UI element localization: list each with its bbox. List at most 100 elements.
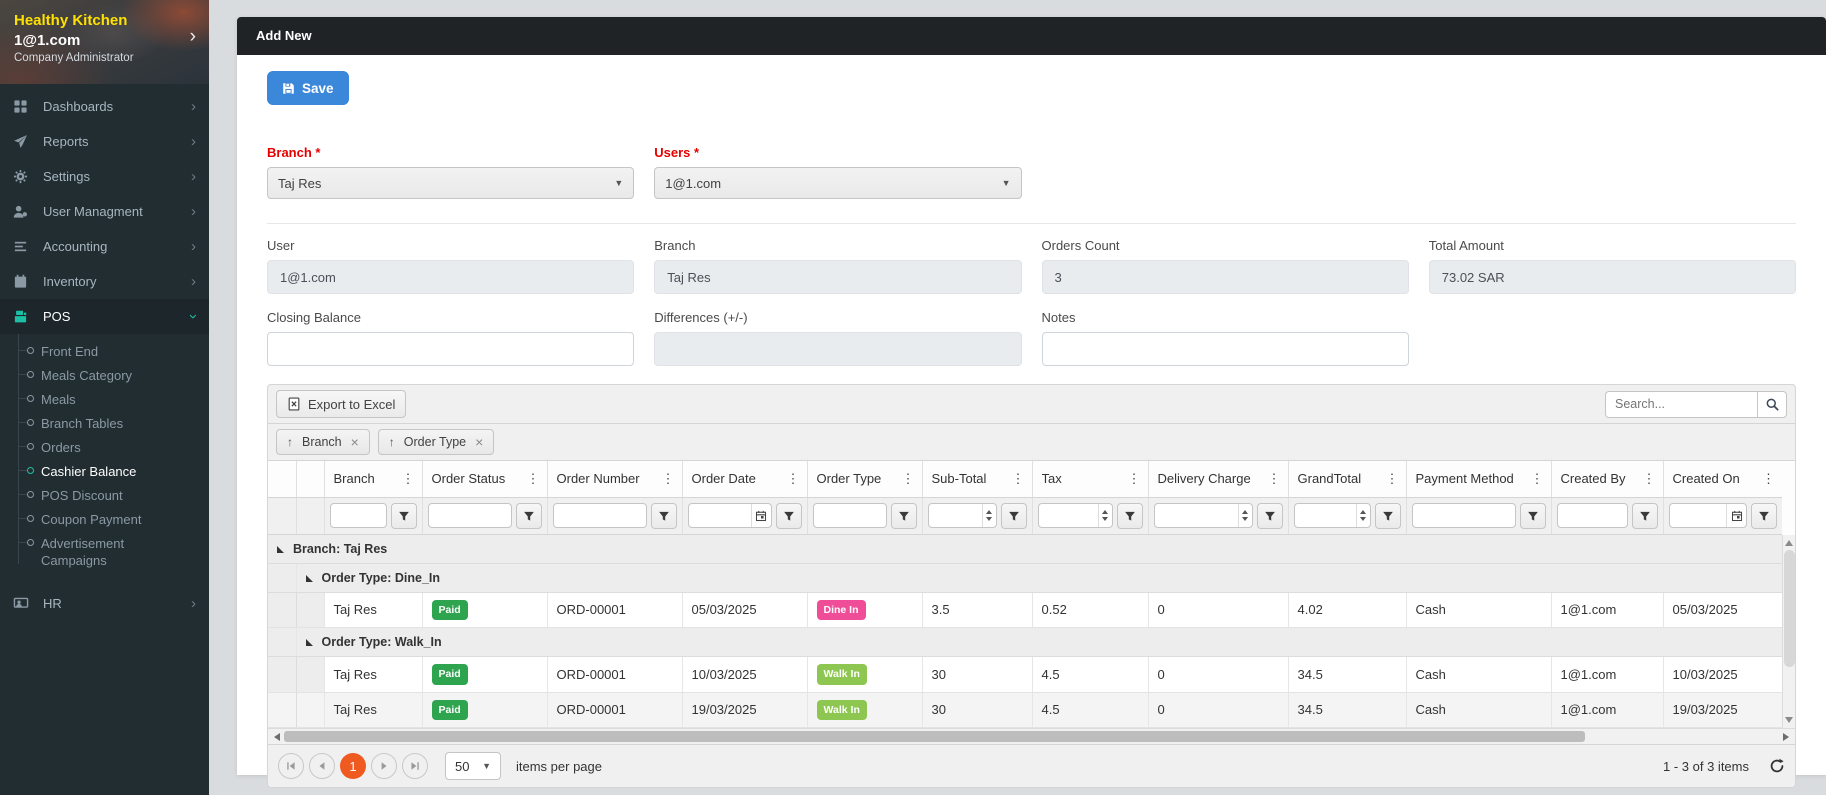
- filter-input-payment-method[interactable]: [1411, 503, 1516, 528]
- filter-funnel-icon[interactable]: [1000, 502, 1027, 529]
- group-chip-branch[interactable]: ↑ Branch ×: [276, 429, 370, 455]
- filter-funnel-icon[interactable]: [890, 502, 917, 529]
- filter-funnel-icon[interactable]: [775, 502, 802, 529]
- table-row[interactable]: Taj Res Paid ORD-00001 05/03/2025 Dine I…: [268, 592, 1783, 629]
- filter-input-order-date[interactable]: [688, 504, 751, 527]
- column-menu-icon[interactable]: ⋮: [1761, 471, 1776, 487]
- sidebar-item-dashboards[interactable]: Dashboards ›: [0, 89, 209, 124]
- filter-input-created-on[interactable]: [1669, 504, 1726, 527]
- group-chip-order-type[interactable]: ↑ Order Type ×: [377, 429, 495, 455]
- scroll-right-icon[interactable]: [1783, 732, 1789, 741]
- numeric-spinner[interactable]: [1237, 504, 1252, 527]
- sidebar-item-front-end[interactable]: Front End: [0, 339, 209, 363]
- filter-funnel-icon[interactable]: [1374, 502, 1401, 529]
- filter-input-tax[interactable]: [1038, 504, 1098, 527]
- filter-funnel-icon[interactable]: [1116, 502, 1143, 529]
- numeric-spinner[interactable]: [981, 504, 996, 527]
- column-header-order-type[interactable]: Order Type ⋮: [806, 461, 922, 498]
- sidebar-item-hr[interactable]: HR ›: [0, 586, 209, 621]
- column-menu-icon[interactable]: ⋮: [526, 471, 541, 487]
- close-icon[interactable]: ×: [475, 434, 483, 450]
- column-menu-icon[interactable]: ⋮: [661, 471, 676, 487]
- column-header-delivery-charge[interactable]: Delivery Charge ⋮: [1147, 461, 1288, 498]
- column-header-order-status[interactable]: Order Status ⋮: [421, 461, 547, 498]
- save-button[interactable]: Save: [267, 71, 349, 105]
- chevron-right-icon[interactable]: ›: [190, 26, 196, 48]
- search-input[interactable]: [1605, 390, 1757, 418]
- filter-funnel-icon[interactable]: [1256, 502, 1283, 529]
- column-header-grandtotal[interactable]: GrandTotal ⋮: [1287, 461, 1406, 498]
- page-size-select[interactable]: 50 ▼: [445, 752, 501, 781]
- last-page-button[interactable]: [402, 753, 428, 780]
- column-header-payment-method[interactable]: Payment Method ⋮: [1405, 461, 1551, 498]
- column-header-branch[interactable]: Branch ⋮: [323, 461, 422, 498]
- filter-funnel-icon[interactable]: [1519, 502, 1546, 529]
- table-row[interactable]: Taj Res Paid ORD-00001 10/03/2025 Walk I…: [268, 656, 1783, 693]
- export-to-excel-button[interactable]: Export to Excel: [276, 390, 407, 418]
- filter-input-created-by[interactable]: [1556, 503, 1628, 528]
- vertical-scrollbar[interactable]: [1782, 534, 1795, 729]
- scroll-up-icon[interactable]: [1785, 539, 1794, 546]
- filter-funnel-icon[interactable]: [1631, 502, 1658, 529]
- close-icon[interactable]: ×: [351, 434, 359, 450]
- filter-funnel-icon[interactable]: [1751, 502, 1777, 529]
- sidebar-item-meals[interactable]: Meals: [0, 387, 209, 411]
- sidebar-item-settings[interactable]: Settings ›: [0, 159, 209, 194]
- numeric-spinner[interactable]: [1097, 504, 1112, 527]
- column-menu-icon[interactable]: ⋮: [1385, 471, 1400, 487]
- users-select[interactable]: 1@1.com ▼: [654, 167, 1022, 199]
- sidebar-item-meals-category[interactable]: Meals Category: [0, 363, 209, 387]
- column-header-created-by[interactable]: Created By ⋮: [1550, 461, 1663, 498]
- scrollbar-thumb[interactable]: [1783, 549, 1795, 668]
- column-menu-icon[interactable]: ⋮: [901, 471, 916, 487]
- previous-page-button[interactable]: [309, 753, 335, 780]
- next-page-button[interactable]: [371, 753, 397, 780]
- user-panel[interactable]: Healthy Kitchen 1@1.com Company Administ…: [0, 0, 209, 84]
- scrollbar-thumb[interactable]: [284, 731, 1585, 743]
- first-page-button[interactable]: [278, 753, 304, 780]
- column-header-order-number[interactable]: Order Number ⋮: [546, 461, 682, 498]
- branch-select[interactable]: Taj Res ▼: [267, 167, 635, 199]
- filter-funnel-icon[interactable]: [390, 502, 417, 529]
- sidebar-item-reports[interactable]: Reports ›: [0, 124, 209, 159]
- table-row[interactable]: Taj Res Paid ORD-00001 19/03/2025 Walk I…: [268, 692, 1783, 729]
- column-menu-icon[interactable]: ⋮: [786, 471, 801, 487]
- filter-funnel-icon[interactable]: [515, 502, 542, 529]
- collapse-group-icon[interactable]: [305, 574, 313, 582]
- scroll-left-icon[interactable]: [274, 732, 280, 741]
- sidebar-item-inventory[interactable]: Inventory ›: [0, 264, 209, 299]
- column-header-sub-total[interactable]: Sub-Total ⋮: [921, 461, 1032, 498]
- scroll-down-icon[interactable]: [1785, 717, 1794, 724]
- filter-input-grandtotal[interactable]: [1294, 504, 1356, 527]
- sidebar-item-orders[interactable]: Orders: [0, 435, 209, 459]
- sidebar-item-accounting[interactable]: Accounting ›: [0, 229, 209, 264]
- sidebar-item-pos[interactable]: POS ›: [0, 299, 209, 334]
- column-menu-icon[interactable]: ⋮: [1267, 471, 1282, 487]
- notes-field[interactable]: [1041, 332, 1409, 366]
- sidebar-item-coupon-payment[interactable]: Coupon Payment: [0, 507, 209, 531]
- sidebar-item-user-managment[interactable]: User Managment ›: [0, 194, 209, 229]
- filter-input-order-type[interactable]: [812, 503, 887, 528]
- filter-input-order-status[interactable]: [427, 503, 512, 528]
- sidebar-item-cashier-balance[interactable]: Cashier Balance: [0, 459, 209, 483]
- sidebar-item-pos-discount[interactable]: POS Discount: [0, 483, 209, 507]
- closing-balance-field[interactable]: [267, 332, 635, 366]
- calendar-icon[interactable]: [1726, 504, 1746, 527]
- filter-input-sub-total[interactable]: [928, 504, 982, 527]
- filter-funnel-icon[interactable]: [650, 502, 677, 529]
- collapse-group-icon[interactable]: [277, 545, 284, 553]
- current-page-button[interactable]: 1: [340, 753, 366, 780]
- column-menu-icon[interactable]: ⋮: [1127, 471, 1142, 487]
- search-button[interactable]: [1757, 390, 1787, 418]
- calendar-icon[interactable]: [750, 504, 771, 527]
- numeric-spinner[interactable]: [1355, 504, 1370, 527]
- filter-input-branch[interactable]: [329, 503, 387, 528]
- column-menu-icon[interactable]: ⋮: [1642, 471, 1657, 487]
- sidebar-item-branch-tables[interactable]: Branch Tables: [0, 411, 209, 435]
- column-header-order-date[interactable]: Order Date ⋮: [681, 461, 807, 498]
- column-menu-icon[interactable]: ⋮: [1530, 471, 1545, 487]
- column-menu-icon[interactable]: ⋮: [1011, 471, 1026, 487]
- filter-input-delivery-charge[interactable]: [1154, 504, 1238, 527]
- column-header-tax[interactable]: Tax ⋮: [1031, 461, 1148, 498]
- column-header-created-on[interactable]: Created On ⋮: [1662, 461, 1782, 498]
